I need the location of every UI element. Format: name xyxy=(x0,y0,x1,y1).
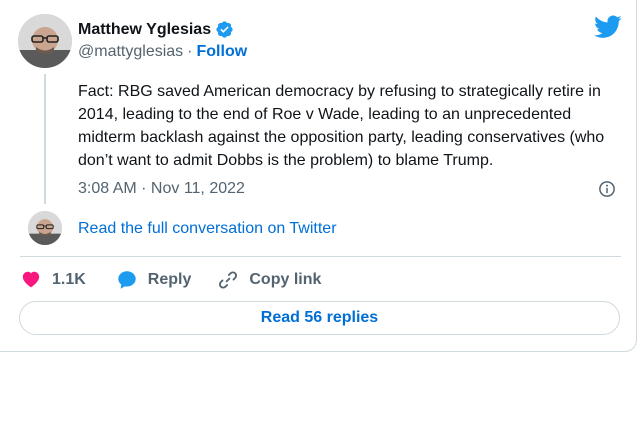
tweet-embed-card: Matthew Yglesias @mattyglesias · Follow Fa… xyxy=(0,0,637,352)
author-name-text[interactable]: Matthew Yglesias xyxy=(78,21,211,39)
conversation-avatar[interactable] xyxy=(28,211,62,245)
handle-separator: · xyxy=(187,43,193,60)
verified-badge-icon xyxy=(216,21,233,38)
action-bar: 1.1K Reply Copy link xyxy=(20,268,321,292)
reply-label: Reply xyxy=(147,271,192,288)
copy-link-label: Copy link xyxy=(249,271,322,288)
read-full-conversation-link[interactable]: Read the full conversation on Twitter xyxy=(78,220,337,238)
read-replies-button[interactable]: Read 56 replies xyxy=(19,301,620,335)
author-handle[interactable]: @mattyglesias xyxy=(78,43,183,60)
heart-icon xyxy=(22,271,40,288)
copy-link-button[interactable]: Copy link xyxy=(217,269,321,291)
thread-line xyxy=(44,74,46,204)
avatar-image xyxy=(18,14,72,68)
author-handle-row: @mattyglesias · Follow xyxy=(78,43,247,61)
twitter-bird-icon[interactable] xyxy=(594,15,622,39)
link-icon xyxy=(219,271,238,289)
tweet-text: Fact: RBG saved American democracy by re… xyxy=(78,83,605,169)
tweet-timestamp[interactable]: 3:08 AM · Nov 11, 2022 xyxy=(78,180,245,198)
author-avatar[interactable] xyxy=(18,14,72,68)
reply-button[interactable]: Reply xyxy=(116,269,192,291)
like-count: 1.1K xyxy=(52,271,86,288)
like-button[interactable]: 1.1K xyxy=(20,269,86,291)
speech-bubble-icon xyxy=(118,271,136,289)
divider xyxy=(20,256,621,257)
read-replies-label: Read 56 replies xyxy=(260,309,379,326)
author-name[interactable]: Matthew Yglesias xyxy=(78,20,234,39)
follow-link[interactable]: Follow xyxy=(197,43,248,60)
avatar-image xyxy=(28,211,62,245)
info-icon[interactable] xyxy=(598,180,616,198)
